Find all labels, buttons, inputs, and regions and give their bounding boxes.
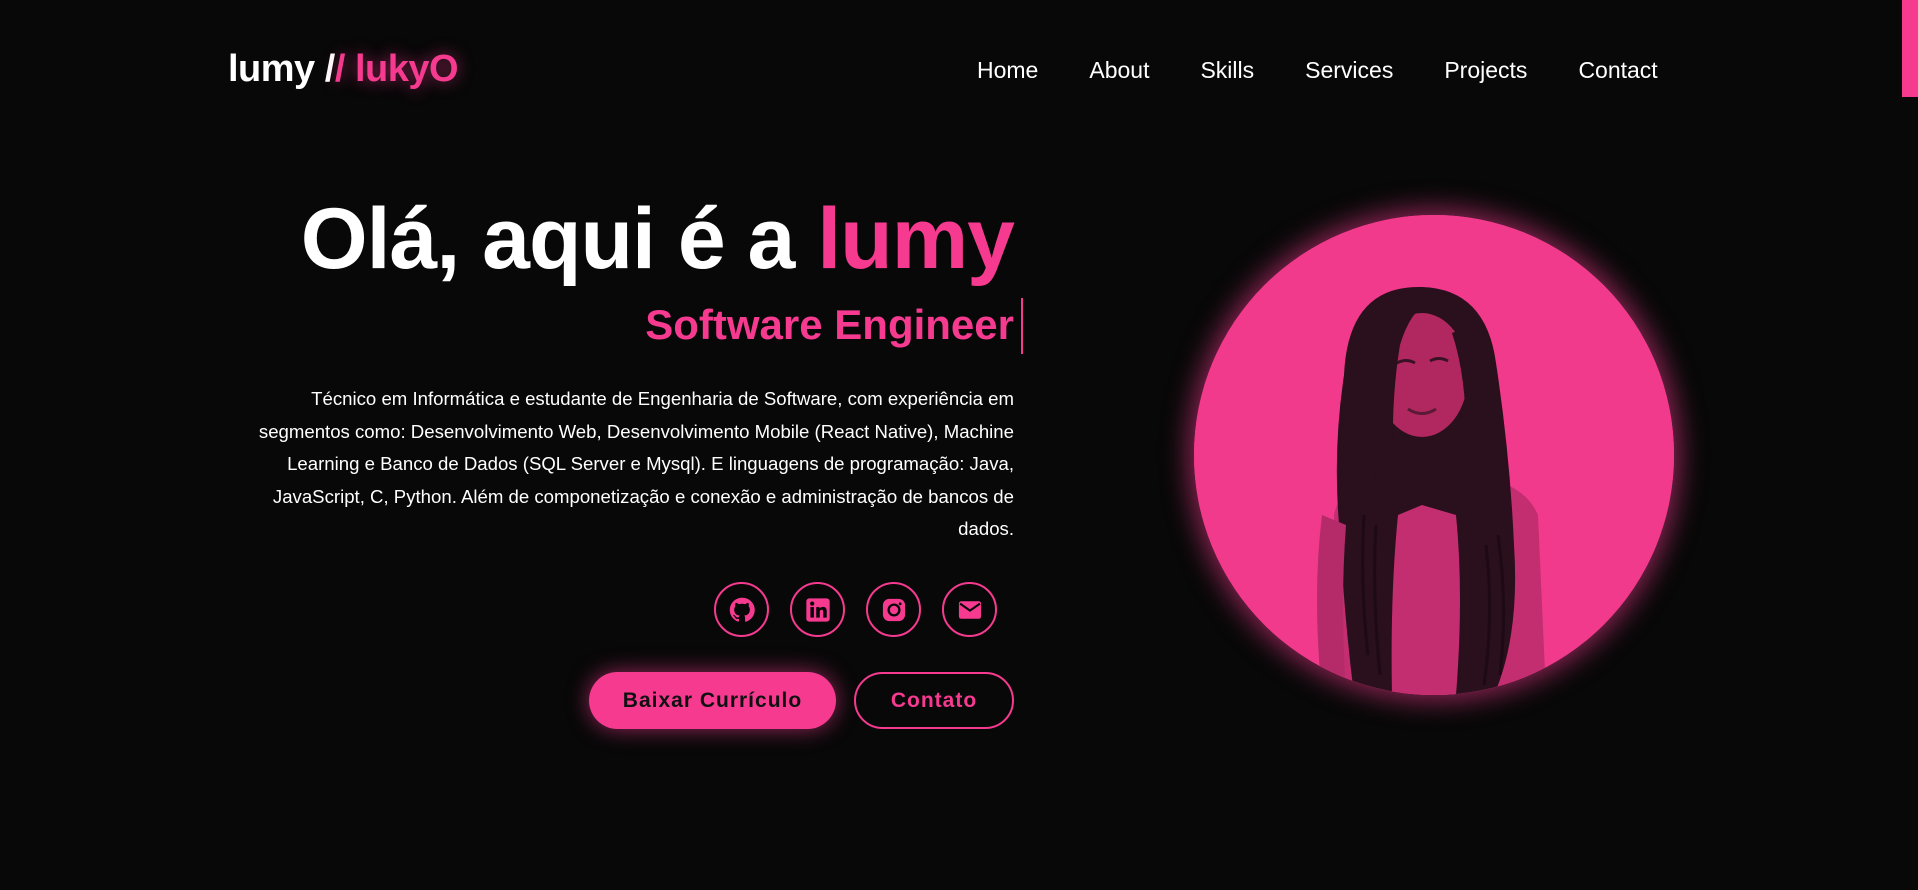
logo-separator: / xyxy=(314,48,336,90)
nav-services[interactable]: Services xyxy=(1305,57,1393,83)
nav-about[interactable]: About xyxy=(1089,57,1149,83)
linkedin-icon xyxy=(804,596,832,624)
github-link[interactable] xyxy=(714,582,769,637)
contact-button[interactable]: Contato xyxy=(854,672,1014,729)
instagram-link[interactable] xyxy=(866,582,921,637)
nav-skills[interactable]: Skills xyxy=(1200,57,1254,83)
social-links xyxy=(714,582,997,637)
download-cv-button[interactable]: Baixar Currículo xyxy=(589,672,836,729)
logo-first: lumy xyxy=(228,48,315,90)
page: lumy // lukyO Home About Skills Services… xyxy=(0,0,1918,890)
hero-title-prefix: Olá, aqui é a xyxy=(300,191,818,287)
hero-title-name: lumy xyxy=(817,191,1015,287)
logo[interactable]: lumy // lukyO xyxy=(228,48,459,90)
hero-subtitle: Software Engineer xyxy=(645,301,1014,348)
github-icon xyxy=(728,596,756,624)
typing-caret xyxy=(1021,298,1023,354)
profile-photo xyxy=(1194,215,1674,695)
instagram-icon xyxy=(880,596,908,624)
hero-title: Olá, aqui é a lumy xyxy=(301,196,1015,282)
hero-description: Técnico em Informática e estudante de En… xyxy=(258,388,1014,540)
nav-contact[interactable]: Contact xyxy=(1578,57,1657,83)
scroll-indicator[interactable] xyxy=(1902,0,1918,97)
mail-icon xyxy=(956,596,984,624)
main-nav: Home About Skills Services Projects Cont… xyxy=(977,57,1658,83)
nav-home[interactable]: Home xyxy=(977,57,1038,83)
linkedin-link[interactable] xyxy=(790,582,845,637)
logo-separator-accent: / xyxy=(334,48,355,90)
mail-link[interactable] xyxy=(942,582,997,637)
logo-second: lukyO xyxy=(354,48,459,90)
nav-projects[interactable]: Projects xyxy=(1444,57,1527,83)
